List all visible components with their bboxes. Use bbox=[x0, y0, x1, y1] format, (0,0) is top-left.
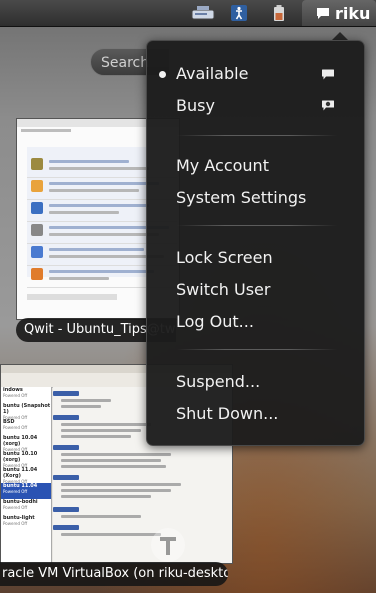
vm-state: Powered Off bbox=[3, 489, 28, 494]
detail-line bbox=[61, 453, 171, 456]
vm-name: buntu 10.10 (xorg) bbox=[3, 451, 38, 463]
vm-name: buntu 11.04 (Xorg) bbox=[3, 467, 38, 479]
list-item[interactable]: buntu (Snapshot 1) Powered Off bbox=[1, 403, 51, 420]
chat-bubble-icon bbox=[322, 69, 334, 80]
menu-item-system-settings[interactable]: System Settings bbox=[176, 185, 306, 211]
detail-line bbox=[61, 429, 141, 432]
list-item[interactable]: buntu-light Powered Off bbox=[1, 515, 51, 531]
section-header bbox=[53, 507, 79, 512]
watermark-logo bbox=[148, 525, 268, 565]
list-item[interactable]: buntu 10.04 (xorg) Powered Off bbox=[1, 435, 51, 452]
detail-line bbox=[61, 423, 151, 426]
user-indicator[interactable]: riku bbox=[302, 0, 376, 26]
menu-item-lock-screen[interactable]: Lock Screen bbox=[176, 245, 273, 271]
vm-name: buntu 10.04 (xorg) bbox=[3, 435, 38, 447]
busy-bubble-icon bbox=[322, 100, 334, 111]
section-header bbox=[53, 415, 79, 420]
detail-line bbox=[61, 459, 161, 462]
section-header bbox=[53, 391, 79, 396]
user-menu: Available Busy My Account System Setting… bbox=[146, 40, 365, 446]
selected-radio-dot bbox=[159, 71, 166, 78]
section-header bbox=[53, 445, 79, 450]
window-caption: racle VM VirtualBox (on riku-desktop) bbox=[0, 562, 228, 586]
vm-list: indows Powered Off buntu (Snapshot 1) Powe… bbox=[1, 387, 52, 563]
menu-item-busy[interactable]: Busy bbox=[176, 93, 215, 119]
menu-separator bbox=[177, 349, 337, 350]
detail-line bbox=[61, 465, 166, 468]
detail-line bbox=[61, 533, 161, 536]
menu-item-my-account[interactable]: My Account bbox=[176, 153, 269, 179]
accessibility-icon[interactable] bbox=[230, 4, 248, 22]
menu-separator bbox=[177, 225, 337, 226]
section-header bbox=[53, 475, 79, 480]
detail-line bbox=[61, 489, 171, 492]
chat-bubble-icon bbox=[317, 7, 329, 19]
tab-bar bbox=[27, 294, 117, 300]
vm-state: Powered Off bbox=[3, 425, 28, 430]
top-panel: riku bbox=[0, 0, 376, 27]
user-name: riku bbox=[335, 3, 371, 23]
detail-line bbox=[61, 483, 181, 486]
list-item[interactable]: buntu 11.04 (Xorg) Powered Off bbox=[1, 467, 51, 484]
menu-item-suspend[interactable]: Suspend... bbox=[176, 369, 260, 395]
vm-state: Powered Off bbox=[3, 521, 28, 526]
menu-item-available[interactable]: Available bbox=[176, 61, 248, 87]
menu-item-log-out[interactable]: Log Out... bbox=[176, 309, 254, 335]
vm-state: Powered Off bbox=[3, 393, 28, 398]
detail-line bbox=[61, 515, 141, 518]
status-input bbox=[21, 129, 71, 132]
list-item[interactable]: buntu 10.10 (xorg) Powered Off bbox=[1, 451, 51, 468]
vm-name: buntu (Snapshot 1) bbox=[3, 403, 51, 415]
menu-separator bbox=[177, 135, 337, 136]
menu-item-switch-user[interactable]: Switch User bbox=[176, 277, 270, 303]
list-item[interactable]: indows Powered Off bbox=[1, 387, 51, 403]
list-item[interactable]: BSD Powered Off bbox=[1, 419, 51, 435]
section-header bbox=[53, 525, 79, 530]
list-item[interactable]: buntu-bodhi Powered Off bbox=[1, 499, 51, 515]
vm-state: Powered Off bbox=[3, 505, 28, 510]
detail-line bbox=[61, 399, 111, 402]
detail-line bbox=[61, 405, 101, 408]
list-item-selected[interactable]: buntu 11.04 Powered Off bbox=[1, 483, 51, 499]
detail-line bbox=[61, 495, 151, 498]
menu-item-shut-down[interactable]: Shut Down... bbox=[176, 401, 278, 427]
battery-icon[interactable] bbox=[272, 4, 286, 22]
network-icon[interactable] bbox=[190, 4, 216, 22]
detail-line bbox=[61, 435, 131, 438]
